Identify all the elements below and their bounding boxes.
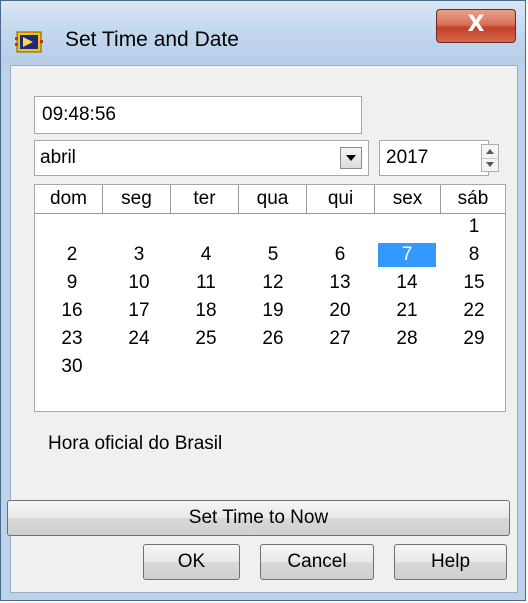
title-bar[interactable]: Set Time and Date X — [1, 1, 525, 65]
set-time-to-now-button[interactable]: Set Time to Now — [7, 500, 510, 536]
calendar-day[interactable]: 16 — [43, 299, 101, 323]
calendar-day-header: dom seg ter qua qui sex sáb — [35, 185, 505, 214]
calendar-dayname: qua — [239, 185, 307, 213]
labview-app-icon — [15, 31, 43, 53]
ok-button[interactable]: OK — [143, 544, 240, 580]
calendar-day[interactable]: 27 — [311, 327, 369, 351]
timezone-label: Hora oficial do Brasil — [48, 433, 223, 454]
calendar-day[interactable]: 20 — [311, 299, 369, 323]
year-field[interactable]: 2017 — [379, 140, 489, 176]
calendar-day[interactable]: 14 — [378, 271, 436, 295]
calendar-dayname: qui — [307, 185, 375, 213]
calendar-day[interactable]: 13 — [311, 271, 369, 295]
calendar-day[interactable]: 8 — [445, 243, 503, 267]
chevron-down-icon[interactable] — [340, 147, 362, 169]
calendar-day[interactable]: 22 — [445, 299, 503, 323]
calendar-grid: dom seg ter qua qui sex sáb 1 2 3 4 5 6 7 8 9 10 11 12 13 1… — [34, 184, 506, 412]
calendar-day[interactable]: 25 — [177, 327, 235, 351]
calendar-day[interactable]: 2 — [43, 243, 101, 267]
month-selected-value: abril — [40, 147, 76, 168]
help-button[interactable]: Help — [394, 544, 507, 580]
calendar-day[interactable]: 9 — [43, 271, 101, 295]
calendar-day[interactable]: 5 — [244, 243, 302, 267]
calendar-dayname: seg — [103, 185, 171, 213]
window-title: Set Time and Date — [65, 28, 239, 51]
calendar-day[interactable]: 21 — [378, 299, 436, 323]
calendar-day[interactable]: 29 — [445, 327, 503, 351]
calendar-day[interactable]: 7 — [378, 243, 436, 267]
calendar-day[interactable]: 3 — [110, 243, 168, 267]
year-spinner[interactable] — [481, 144, 499, 172]
set-time-date-dialog: Set Time and Date X 09:48:56 abril 2017 … — [0, 0, 526, 601]
calendar-day[interactable]: 30 — [43, 355, 101, 379]
calendar-dayname: ter — [171, 185, 239, 213]
spin-up-icon[interactable] — [482, 145, 498, 159]
calendar-day[interactable]: 18 — [177, 299, 235, 323]
calendar-day[interactable]: 24 — [110, 327, 168, 351]
calendar-day[interactable]: 11 — [177, 271, 235, 295]
calendar-day[interactable]: 12 — [244, 271, 302, 295]
time-field[interactable]: 09:48:56 — [34, 96, 362, 134]
calendar-day[interactable]: 28 — [378, 327, 436, 351]
spin-down-icon[interactable] — [482, 158, 498, 171]
calendar-day[interactable]: 1 — [445, 215, 503, 239]
calendar-day[interactable]: 23 — [43, 327, 101, 351]
dialog-body: 09:48:56 abril 2017 dom seg ter qua qui sex sá… — [7, 65, 518, 593]
calendar-day[interactable]: 19 — [244, 299, 302, 323]
calendar-day[interactable]: 6 — [311, 243, 369, 267]
calendar-dayname: dom — [35, 185, 103, 213]
month-dropdown[interactable]: abril — [34, 140, 369, 176]
cancel-button[interactable]: Cancel — [260, 544, 374, 580]
calendar-dayname: sex — [375, 185, 441, 213]
calendar-day[interactable]: 26 — [244, 327, 302, 351]
calendar-day[interactable]: 4 — [177, 243, 235, 267]
close-button[interactable]: X — [436, 9, 516, 43]
calendar-dayname: sáb — [457, 188, 489, 209]
calendar-day[interactable]: 17 — [110, 299, 168, 323]
calendar-day[interactable]: 15 — [445, 271, 503, 295]
calendar-day[interactable]: 10 — [110, 271, 168, 295]
